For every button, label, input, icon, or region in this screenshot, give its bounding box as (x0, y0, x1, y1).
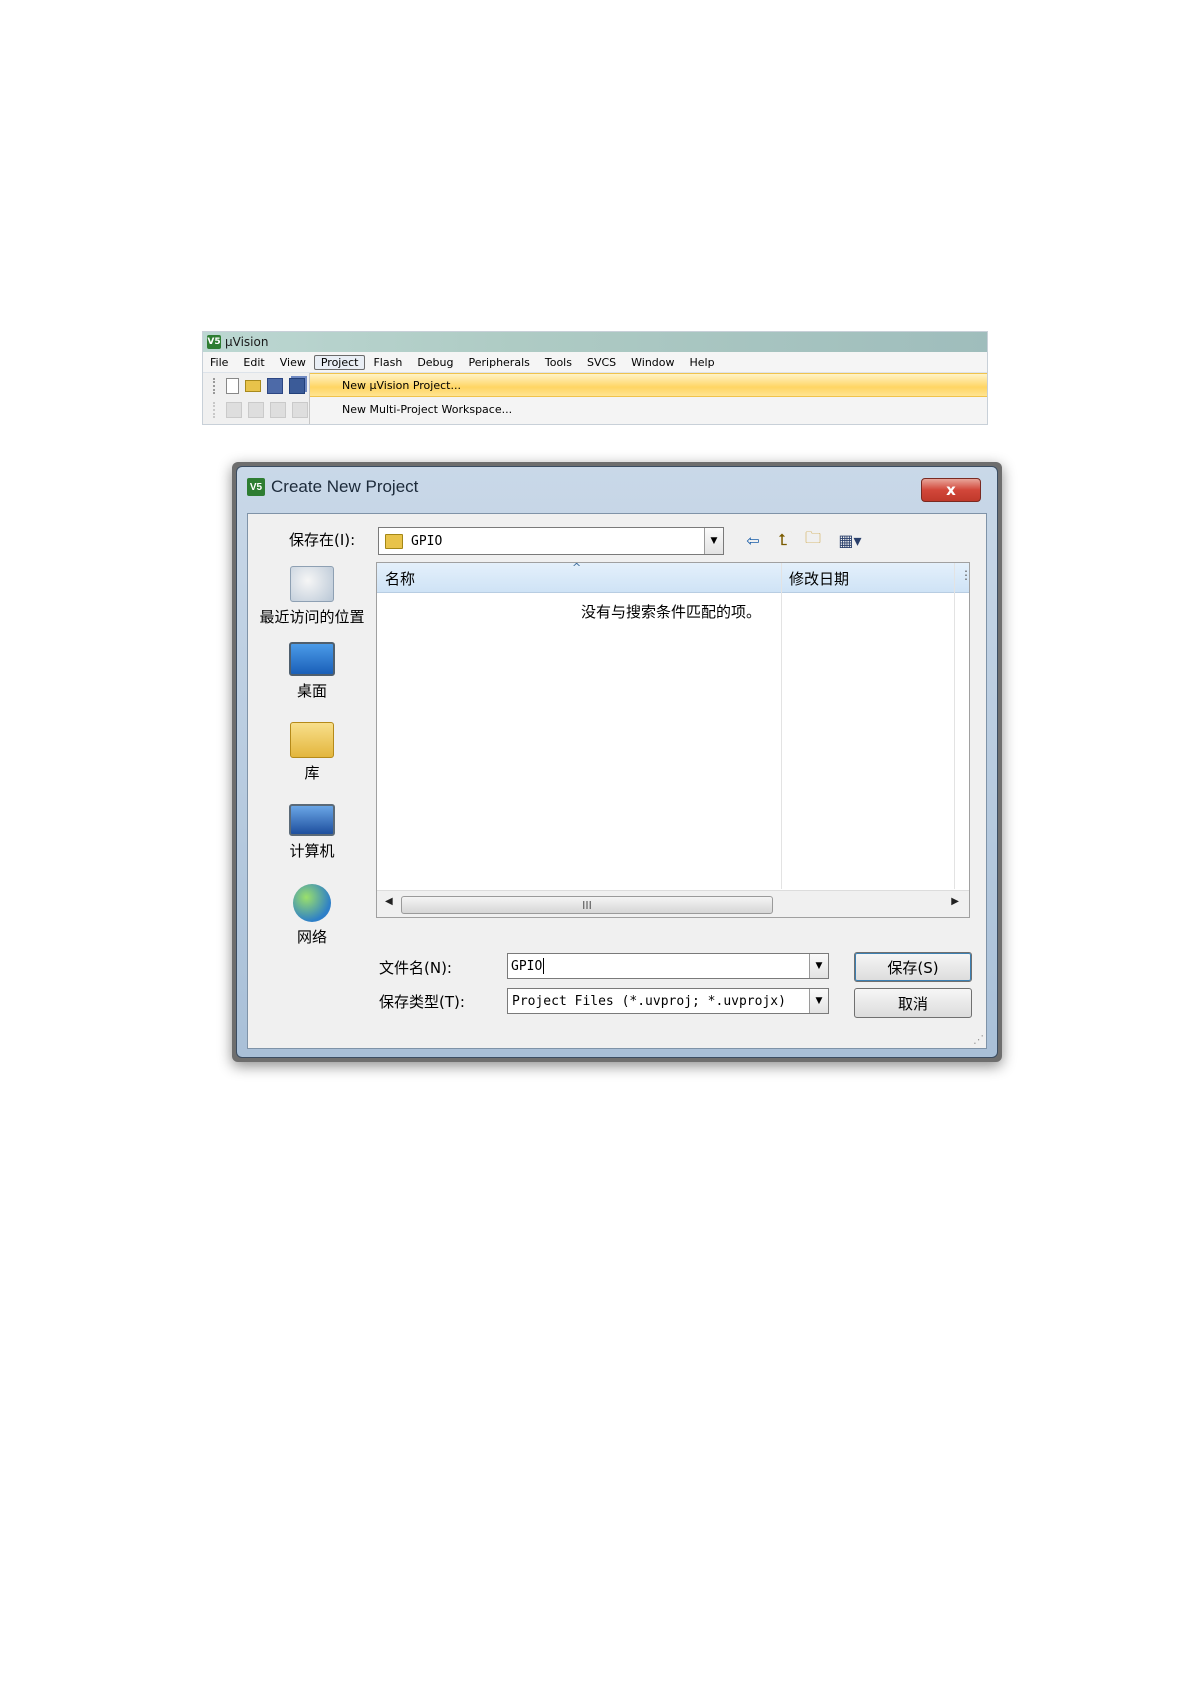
file-list[interactable]: 名称 ^ 修改日期 ⋮ 没有与搜索条件匹配的项。 ◀ III ▶ (376, 562, 970, 918)
dialog-title: Create New Project (271, 477, 419, 496)
rebuild-icon[interactable] (248, 402, 264, 418)
text-caret (543, 958, 545, 974)
place-label: 库 (304, 764, 320, 782)
folder-icon (385, 533, 403, 549)
place-library[interactable]: 库 (254, 722, 370, 783)
place-computer[interactable]: 计算机 (254, 804, 370, 861)
computer-icon (289, 804, 335, 836)
view-menu-icon[interactable]: ▦▾ (832, 530, 868, 550)
file-name-input[interactable]: GPIO ▼ (507, 953, 829, 979)
menu-file[interactable]: File (203, 355, 235, 370)
uvision-logo-icon: V5 (247, 478, 265, 496)
uvision-logo-icon: V5 (207, 335, 221, 349)
toolbar-area: New μVision Project... New Multi-Project… (203, 373, 987, 424)
open-folder-icon[interactable] (245, 380, 261, 392)
project-dropdown-menu: New μVision Project... New Multi-Project… (309, 373, 987, 424)
menu-tools[interactable]: Tools (538, 355, 579, 370)
menu-svcs[interactable]: SVCS (580, 355, 623, 370)
place-recent[interactable]: 最近访问的位置 (254, 566, 370, 627)
save-icon[interactable] (267, 378, 283, 394)
scroll-right-icon[interactable]: ▶ (951, 896, 959, 907)
menu-view[interactable]: View (273, 355, 313, 370)
dialog-body: 保存在(I): GPIO ▼ ⇦ ⮤ 🗀 ▦▾ 最近访问的位置 桌面 库 计算机… (247, 513, 987, 1049)
sort-ascending-icon: ^ (572, 562, 582, 574)
file-name-label: 文件名(N): (379, 959, 452, 977)
create-new-project-dialog: V5 Create New Project x 保存在(I): GPIO ▼ ⇦… (236, 466, 998, 1058)
menu-debug[interactable]: Debug (410, 355, 460, 370)
uvision-titlebar: V5 μVision (203, 332, 987, 352)
toolbar-grip[interactable] (213, 378, 218, 394)
save-in-combobox[interactable]: GPIO ▼ (378, 527, 724, 555)
back-icon[interactable]: ⇦ (742, 530, 764, 550)
desktop-icon (289, 642, 335, 676)
menu-window[interactable]: Window (624, 355, 681, 370)
menu-project[interactable]: Project (313, 354, 366, 370)
stop-icon[interactable] (292, 402, 308, 418)
save-in-label: 保存在(I): (289, 531, 356, 549)
file-type-value: Project Files (*.uvproj; *.uvprojx) (512, 993, 786, 1009)
file-type-label: 保存类型(T): (379, 993, 465, 1011)
file-type-select[interactable]: Project Files (*.uvproj; *.uvprojx) ▼ (507, 988, 829, 1014)
scrollbar-grip: III (582, 898, 592, 912)
library-icon (290, 722, 334, 758)
menu-edit[interactable]: Edit (236, 355, 271, 370)
save-button[interactable]: 保存(S) (854, 952, 972, 982)
place-label: 桌面 (296, 682, 327, 700)
empty-list-message: 没有与搜索条件匹配的项。 (581, 603, 762, 621)
file-toolbar (207, 375, 313, 397)
uvision-title: μVision (225, 335, 269, 349)
build-icon[interactable] (226, 402, 242, 418)
scroll-left-icon[interactable]: ◀ (385, 896, 393, 907)
save-all-icon[interactable] (289, 378, 305, 394)
column-header-modified-date[interactable]: 修改日期 (789, 568, 849, 589)
toolbar-grip[interactable] (213, 402, 218, 418)
column-divider (954, 563, 955, 889)
menu-help[interactable]: Help (683, 355, 722, 370)
place-label: 最近访问的位置 (259, 608, 365, 626)
menu-bar: File Edit View Project Flash Debug Perip… (203, 352, 987, 373)
uvision-window: V5 μVision File Edit View Project Flash … (202, 331, 988, 425)
column-header-overflow[interactable]: ⋮ (960, 568, 969, 582)
horizontal-scrollbar[interactable]: ◀ III ▶ (377, 890, 969, 917)
batch-icon[interactable] (270, 402, 286, 418)
build-toolbar (207, 399, 313, 421)
file-list-header: 名称 ^ 修改日期 ⋮ (377, 563, 969, 593)
new-folder-icon[interactable]: 🗀 (802, 528, 824, 550)
chevron-down-icon[interactable]: ▼ (809, 954, 828, 978)
column-header-name[interactable]: 名称 (385, 568, 415, 589)
chevron-down-icon[interactable]: ▼ (809, 989, 828, 1013)
new-file-icon[interactable] (226, 378, 239, 394)
resize-grip-icon[interactable]: ⋰ (973, 1033, 984, 1046)
place-desktop[interactable]: 桌面 (254, 642, 370, 701)
recent-places-icon (290, 566, 334, 602)
menu-item-new-uvision-project[interactable]: New μVision Project... (310, 373, 987, 397)
close-icon: x (946, 481, 956, 499)
chevron-down-icon[interactable]: ▼ (704, 528, 723, 554)
place-label: 计算机 (289, 842, 335, 860)
menu-peripherals[interactable]: Peripherals (462, 355, 537, 370)
cancel-button[interactable]: 取消 (854, 988, 972, 1018)
close-button[interactable]: x (921, 478, 981, 502)
dialog-titlebar: V5 Create New Project (247, 477, 418, 497)
save-in-value: GPIO (411, 533, 443, 549)
place-network[interactable]: 网络 (254, 884, 370, 947)
up-folder-icon[interactable]: ⮤ (772, 530, 794, 550)
navigation-toolbar: ⇦ ⮤ 🗀 ▦▾ (742, 528, 868, 550)
place-label: 网络 (296, 928, 327, 946)
file-name-value: GPIO (511, 958, 543, 974)
scrollbar-thumb[interactable]: III (401, 896, 773, 914)
menu-item-new-multi-project-workspace[interactable]: New Multi-Project Workspace... (310, 398, 987, 420)
network-icon (293, 884, 331, 922)
column-divider (781, 563, 782, 889)
menu-flash[interactable]: Flash (366, 355, 409, 370)
